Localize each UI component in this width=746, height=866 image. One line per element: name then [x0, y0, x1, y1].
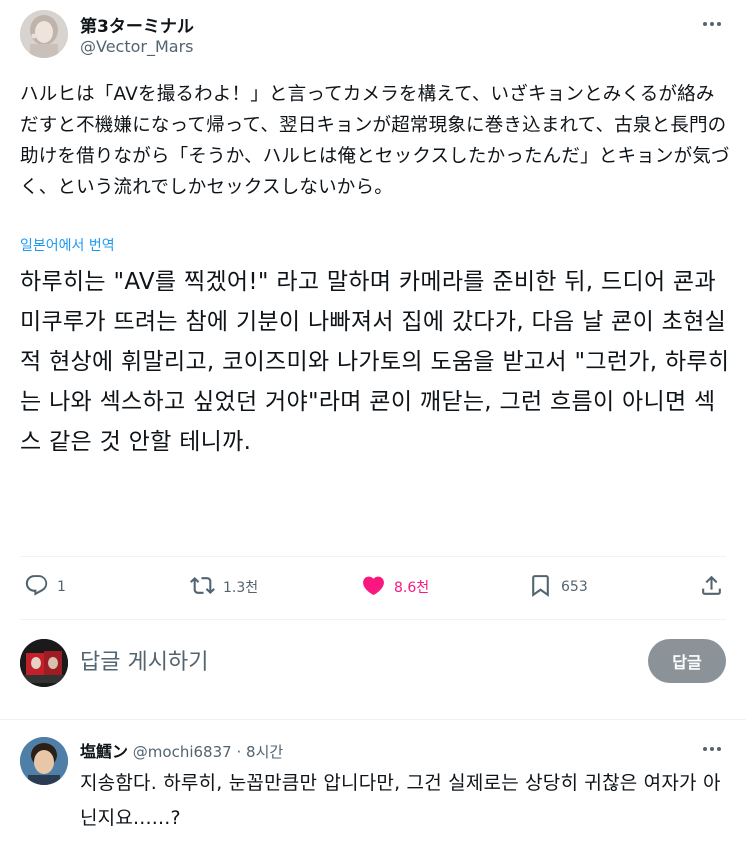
more-icon[interactable]: [698, 737, 726, 761]
bookmark-button[interactable]: 653: [528, 570, 588, 604]
reply-author-handle[interactable]: @mochi6837: [133, 743, 232, 761]
avatar[interactable]: [20, 639, 68, 687]
reply-button[interactable]: 1: [24, 570, 66, 604]
share-icon: [699, 573, 724, 602]
reply-input[interactable]: [80, 645, 500, 679]
more-icon[interactable]: [698, 12, 726, 36]
author-name[interactable]: 第3ターミナル: [80, 12, 194, 37]
reply-text: 지송함다. 하루히, 눈꼽만큼만 압니다만, 그건 실제로는 상당히 귀찮은 여…: [80, 772, 721, 829]
action-bar: 1 1.3천 8.6천 653: [20, 570, 726, 604]
post-header: 第3ターミナル @Vector_Mars: [20, 10, 726, 62]
reply-meta: 塩鱈ン @mochi6837 · 8시간: [80, 738, 283, 762]
post-text: ハルヒは「AVを撮るわよ！」と言ってカメラを構えて、いざキョンとみくるが絡みだす…: [20, 84, 730, 198]
reply-count: 1: [57, 579, 66, 595]
translation-label[interactable]: 일본어에서 번역: [20, 235, 115, 255]
reply-icon: [24, 573, 49, 602]
divider: [20, 619, 726, 620]
divider: [0, 719, 746, 720]
repost-icon: [190, 573, 215, 602]
reply-item[interactable]: 塩鱈ン @mochi6837 · 8시간 지송함다. 하루히, 눈꼽만큼만 압니…: [20, 733, 726, 863]
separator: ·: [236, 743, 242, 761]
repost-button[interactable]: 1.3천: [190, 570, 258, 604]
translated-text: 하루히는 "AV를 찍겠어!" 라고 말하며 카메라를 준비한 뒤, 드디어 쿈…: [20, 269, 730, 455]
bookmark-count: 653: [561, 579, 588, 595]
reply-submit-button[interactable]: 답글: [648, 639, 726, 683]
reply-composer: 답글: [20, 633, 726, 693]
heart-icon: [361, 573, 386, 602]
divider: [20, 556, 726, 557]
reply-timestamp[interactable]: 8시간: [246, 743, 283, 761]
post-detail-page: 第3ターミナル @Vector_Mars ハルヒは「AVを撮るわよ！」と言ってカ…: [0, 0, 746, 866]
reply-author-name[interactable]: 塩鱈ン: [80, 742, 128, 761]
repost-count: 1.3천: [223, 580, 259, 596]
bookmark-icon: [528, 573, 553, 602]
avatar[interactable]: [20, 737, 68, 785]
share-button[interactable]: [699, 570, 724, 604]
avatar[interactable]: [20, 10, 68, 58]
author-handle[interactable]: @Vector_Mars: [80, 37, 194, 56]
like-button[interactable]: 8.6천: [361, 570, 429, 604]
like-count: 8.6천: [394, 580, 430, 596]
